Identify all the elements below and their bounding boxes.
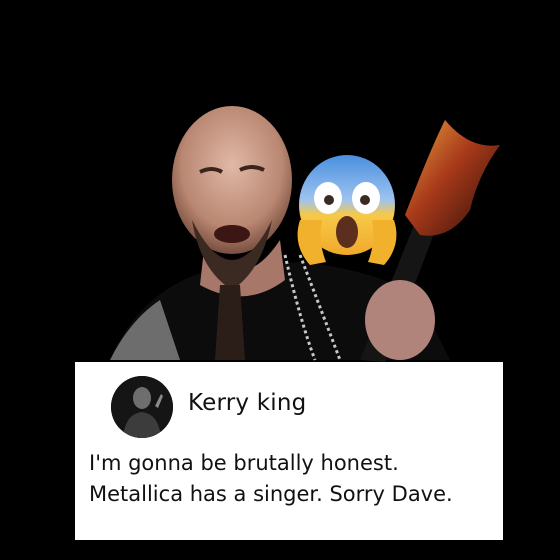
face-screaming-in-fear-icon (297, 155, 397, 265)
post-text-line: Metallica has a singer. Sorry Dave. (89, 482, 453, 506)
post-card: Kerry king I'm gonna be brutally honest.… (75, 362, 503, 540)
profile-photo (111, 376, 173, 438)
meme-canvas: Kerry king I'm gonna be brutally honest.… (0, 0, 560, 560)
post-text-line: I'm gonna be brutally honest. (89, 451, 399, 475)
post-text: I'm gonna be brutally honest. Metallica … (89, 448, 494, 510)
avatar[interactable] (111, 376, 173, 438)
author-name[interactable]: Kerry king (188, 390, 306, 416)
